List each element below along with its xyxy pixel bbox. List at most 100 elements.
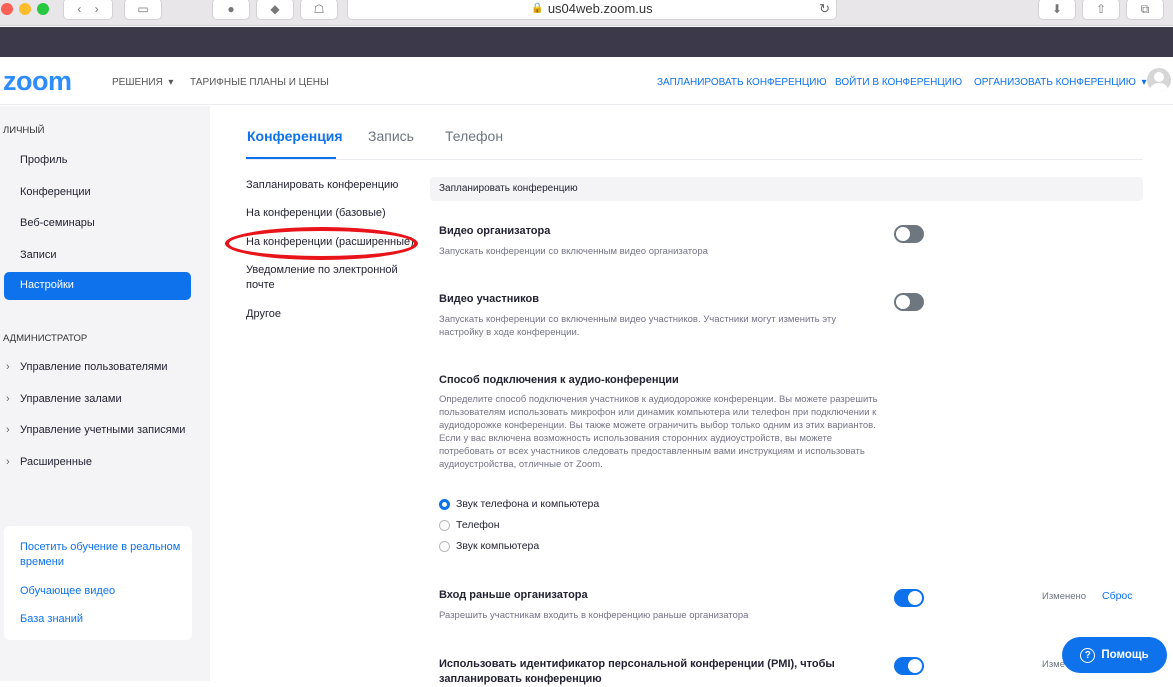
help-resources-card: Посетить обучение в реальном времени Обу… xyxy=(4,526,192,640)
back-forward-buttons[interactable]: ‹ › xyxy=(63,0,113,20)
subnav-schedule-meeting[interactable]: Запланировать конференцию xyxy=(246,178,398,193)
address-bar[interactable]: 🔒 us04web.zoom.us ↻ xyxy=(347,0,837,20)
ghost-icon: ☖ xyxy=(313,2,325,16)
help-button-label: Помощь xyxy=(1101,649,1149,661)
back-icon[interactable]: ‹ xyxy=(77,2,81,16)
sidebar-item-room-management[interactable]: › Управление залами xyxy=(6,393,122,405)
active-tab-indicator xyxy=(246,157,336,159)
share-button[interactable]: ⇧ xyxy=(1082,0,1120,20)
sidebar-item-advanced[interactable]: › Расширенные xyxy=(6,456,92,468)
radio-unchecked-icon[interactable] xyxy=(439,519,450,531)
tabs-icon: ⧉ xyxy=(1140,1,1150,16)
sidebar-item-account-management[interactable]: › Управление учетными записями xyxy=(6,424,186,436)
sidebar-item-label: Управление пользователями xyxy=(20,361,168,373)
solutions-label: РЕШЕНИЯ xyxy=(112,77,163,88)
tab-telephone[interactable]: Телефон xyxy=(445,128,503,144)
join-before-host-title: Вход раньше организатора xyxy=(439,589,588,601)
sidebar-item-label: Управление учетными записями xyxy=(20,424,186,436)
chevron-right-icon: › xyxy=(6,393,10,405)
host-video-description: Запускать конференции со включенным виде… xyxy=(439,246,708,257)
help-button[interactable]: ? Помощь xyxy=(1062,637,1167,673)
url-text: us04web.zoom.us xyxy=(547,1,653,16)
personal-section-title: ЛИЧНЫЙ xyxy=(3,125,45,136)
tab-recording[interactable]: Запись xyxy=(368,128,414,144)
chevron-right-icon: › xyxy=(6,456,10,468)
question-icon: ? xyxy=(1080,647,1096,663)
chevron-right-icon: › xyxy=(6,424,10,436)
caret-down-icon: ▾ xyxy=(165,77,174,88)
sidebar-item-profile[interactable]: Профиль xyxy=(20,154,68,166)
grammarly-extension-button[interactable]: ● xyxy=(212,0,250,20)
tabs-divider xyxy=(246,159,1143,160)
caret-down-icon: ▾ xyxy=(1138,77,1147,88)
chevron-right-icon: › xyxy=(6,361,10,373)
sidebar-item-meetings[interactable]: Конференции xyxy=(20,186,91,198)
ghostery-extension-button[interactable]: ☖ xyxy=(300,0,338,20)
solutions-menu[interactable]: РЕШЕНИЯ ▾ xyxy=(112,77,173,88)
sidebar-item-recordings[interactable]: Записи xyxy=(20,249,57,261)
zoom-logo[interactable]: zoom xyxy=(3,66,72,97)
downloads-button[interactable]: ⬇ xyxy=(1038,0,1076,20)
admin-section-title: АДМИНИСТРАТОР xyxy=(3,333,88,344)
sidebar-item-settings[interactable]: Настройки xyxy=(4,272,191,300)
tab-meeting[interactable]: Конференция xyxy=(247,128,343,144)
radio-unchecked-icon[interactable] xyxy=(439,540,450,552)
participant-video-title: Видео участников xyxy=(439,293,539,305)
avatar[interactable] xyxy=(1147,68,1171,92)
sidebar: ЛИЧНЫЙ Профиль Конференции Веб-семинары … xyxy=(0,106,210,681)
audio-type-title: Способ подключения к аудио-конференции xyxy=(439,374,679,386)
sidebar-toggle-button[interactable]: ▭ xyxy=(124,0,162,20)
subnav-in-meeting-basic[interactable]: На конференции (базовые) xyxy=(246,206,386,221)
host-video-toggle[interactable] xyxy=(894,225,924,243)
close-window-button[interactable] xyxy=(1,3,13,15)
grammarly-icon: ● xyxy=(227,2,235,16)
reset-link[interactable]: Сброс xyxy=(1102,590,1133,602)
minimize-window-button[interactable] xyxy=(19,3,31,15)
browser-toolbar: ‹ › ▭ ● ◆ ☖ 🔒 us04web.zoom.us ↻ ⬇ ⇧ ⧉ xyxy=(0,0,1173,26)
radio-label: Звук телефона и компьютера xyxy=(456,498,600,510)
radio-checked-icon[interactable] xyxy=(439,498,450,510)
modified-label: Изме xyxy=(1042,659,1065,670)
host-video-title: Видео организатора xyxy=(439,225,551,237)
download-icon: ⬇ xyxy=(1051,2,1063,16)
tab-strip xyxy=(0,27,1173,57)
section-header: Запланировать конференцию xyxy=(430,177,1143,201)
forward-icon[interactable]: › xyxy=(95,2,99,16)
plans-link[interactable]: ТАРИФНЫЕ ПЛАНЫ И ЦЕНЫ xyxy=(190,77,329,88)
radio-label: Звук компьютера xyxy=(456,540,540,552)
participant-video-toggle[interactable] xyxy=(894,293,924,311)
audio-option-phone-computer[interactable]: Звук телефона и компьютера xyxy=(439,497,599,511)
tabs-overview-button[interactable]: ⧉ xyxy=(1126,0,1164,20)
live-training-link[interactable]: Посетить обучение в реальном времени xyxy=(20,540,185,570)
sidebar-item-user-management[interactable]: › Управление пользователями xyxy=(6,361,168,373)
modified-label: Изменено xyxy=(1042,591,1087,602)
sidebar-item-label: Расширенные xyxy=(20,456,92,468)
subnav-email-notification[interactable]: Уведомление по электронной почте xyxy=(246,263,416,293)
schedule-meeting-link[interactable]: ЗАПЛАНИРОВАТЬ КОНФЕРЕНЦИЮ xyxy=(657,77,827,88)
host-meeting-menu[interactable]: ОРГАНИЗОВАТЬ КОНФЕРЕНЦИЮ ▾ xyxy=(974,77,1146,88)
audio-type-description: Определите способ подключения участников… xyxy=(439,394,878,470)
subnav-other[interactable]: Другое xyxy=(246,307,281,322)
reload-icon[interactable]: ↻ xyxy=(819,1,830,17)
sidebar-icon: ▭ xyxy=(137,2,149,16)
lock-icon: 🔒 xyxy=(531,3,544,14)
audio-option-computer[interactable]: Звук компьютера xyxy=(439,539,539,553)
sidebar-item-webinars[interactable]: Веб-семинары xyxy=(20,217,95,229)
join-meeting-link[interactable]: ВОЙТИ В КОНФЕРЕНЦИЮ xyxy=(835,77,962,88)
knowledge-base-link[interactable]: База знаний xyxy=(20,612,83,627)
sidebar-item-label: Управление залами xyxy=(20,393,122,405)
audio-option-phone[interactable]: Телефон xyxy=(439,518,500,532)
video-tutorials-link[interactable]: Обучающее видео xyxy=(20,584,115,599)
radio-label: Телефон xyxy=(456,519,500,531)
join-before-host-toggle[interactable] xyxy=(894,589,924,607)
pmi-title: Использовать идентификатор персональной … xyxy=(439,658,835,685)
host-meeting-label: ОРГАНИЗОВАТЬ КОНФЕРЕНЦИЮ xyxy=(974,77,1136,88)
zoom-window-button[interactable] xyxy=(37,3,49,15)
shield-icon: ◆ xyxy=(270,2,280,16)
join-before-host-description: Разрешить участникам входить в конференц… xyxy=(439,610,749,621)
share-icon: ⇧ xyxy=(1095,2,1107,16)
red-highlight-circle xyxy=(225,227,418,260)
shield-extension-button[interactable]: ◆ xyxy=(256,0,294,20)
top-navigation: zoom РЕШЕНИЯ ▾ ТАРИФНЫЕ ПЛАНЫ И ЦЕНЫ ЗАП… xyxy=(0,57,1173,105)
pmi-toggle[interactable] xyxy=(894,657,924,675)
